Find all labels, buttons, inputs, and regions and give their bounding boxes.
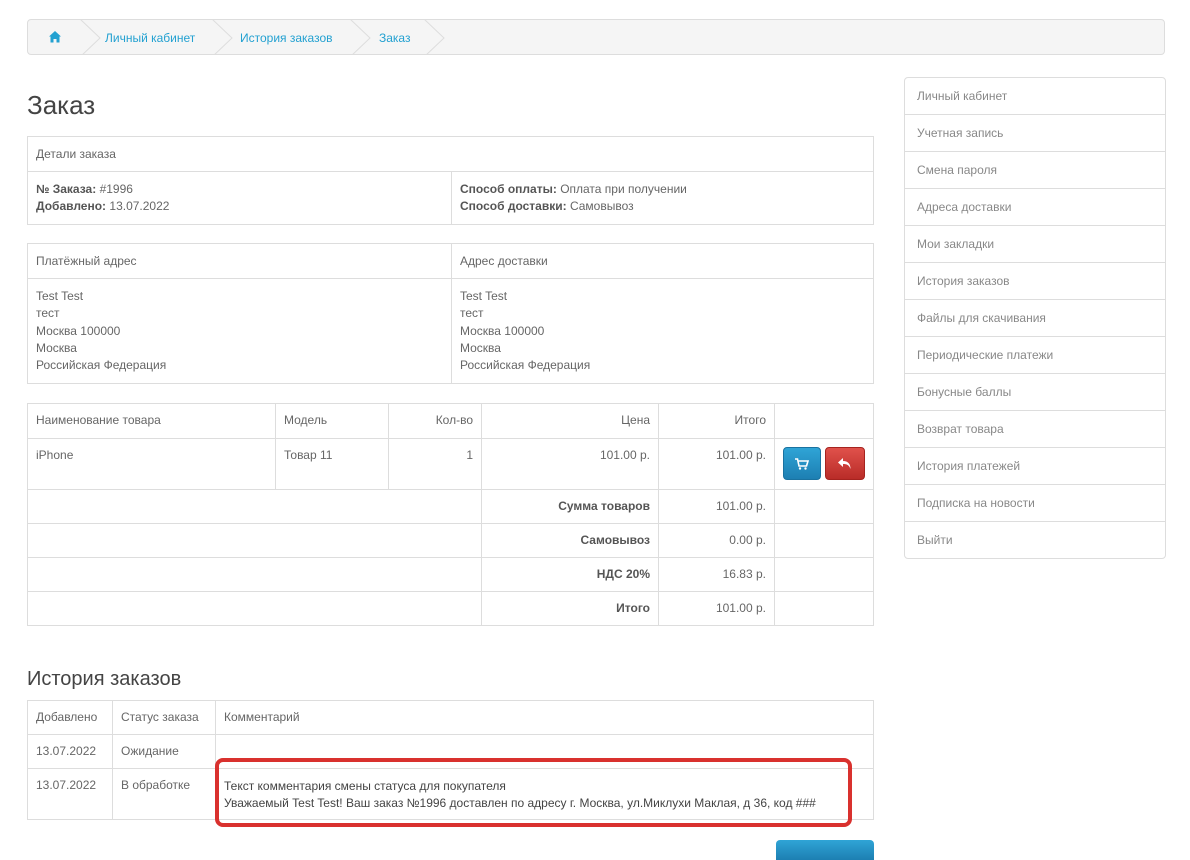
address-line: Москва bbox=[460, 340, 501, 355]
product-price: 101.00 р. bbox=[481, 438, 659, 490]
continue-button[interactable] bbox=[776, 840, 874, 860]
address-line: Москва 100000 bbox=[36, 323, 121, 338]
product-model: Товар 11 bbox=[275, 438, 389, 490]
reply-icon bbox=[838, 458, 851, 469]
order-methods-cell: Способ оплаты: Оплата при получении Спос… bbox=[451, 171, 874, 225]
breadcrumb-separator bbox=[212, 20, 233, 54]
col-header-name: Наименование товара bbox=[27, 403, 276, 439]
shipping-method-label: Способ доставки: bbox=[460, 199, 567, 213]
breadcrumb: Личный кабинет История заказов Заказ bbox=[27, 19, 1165, 55]
shipping-address: Test Test тест Москва 100000 Москва Росс… bbox=[451, 277, 874, 385]
order-number-label: № Заказа: bbox=[36, 182, 97, 196]
breadcrumb-separator bbox=[80, 20, 101, 54]
product-name: iPhone bbox=[27, 438, 276, 490]
payment-method-label: Способ оплаты: bbox=[460, 182, 557, 196]
totals-empty bbox=[774, 591, 874, 626]
product-total: 101.00 р. bbox=[658, 438, 775, 490]
sidebar-item-account[interactable]: Личный кабинет bbox=[905, 78, 1165, 115]
breadcrumb-item-order[interactable]: Заказ bbox=[379, 20, 410, 54]
sidebar-item-recurring[interactable]: Периодические платежи bbox=[905, 337, 1165, 374]
sidebar-item-wishlist[interactable]: Мои закладки bbox=[905, 226, 1165, 263]
payment-method: Оплата при получении bbox=[560, 182, 687, 196]
breadcrumb-separator bbox=[350, 20, 371, 54]
col-header-qty: Кол-во bbox=[388, 403, 482, 439]
history-date: 13.07.2022 bbox=[27, 734, 113, 769]
shipping-method: Самовывоз bbox=[569, 199, 634, 213]
comment-highlight-box bbox=[215, 758, 852, 827]
order-date: 13.07.2022 bbox=[109, 199, 170, 213]
grand-total-label: Итого bbox=[481, 591, 659, 626]
sidebar-item-order-history[interactable]: История заказов bbox=[905, 263, 1165, 300]
address-line: Москва bbox=[36, 340, 77, 355]
totals-empty bbox=[774, 557, 874, 592]
subtotal-value: 101.00 р. bbox=[658, 489, 775, 524]
totals-spacer bbox=[27, 523, 482, 558]
return-button[interactable] bbox=[825, 447, 865, 480]
order-history-title: История заказов bbox=[27, 668, 182, 690]
order-info-cell: № Заказа: #1996 Добавлено: 13.07.2022 bbox=[27, 171, 452, 225]
order-date-label: Добавлено: bbox=[36, 199, 107, 213]
col-header-actions bbox=[774, 403, 874, 439]
sidebar-item-newsletter[interactable]: Подписка на новости bbox=[905, 485, 1165, 522]
grand-total-value: 101.00 р. bbox=[658, 591, 775, 626]
cart-icon bbox=[795, 458, 809, 470]
address-line: тест bbox=[36, 306, 60, 321]
sidebar-item-transactions[interactable]: История платежей bbox=[905, 448, 1165, 485]
history-date: 13.07.2022 bbox=[27, 768, 113, 820]
address-line: Российская Федерация bbox=[36, 358, 167, 373]
totals-spacer bbox=[27, 489, 482, 524]
history-status: В обработке bbox=[112, 768, 216, 820]
address-line: Test Test bbox=[460, 289, 508, 303]
sidebar-item-addresses[interactable]: Адреса доставки bbox=[905, 189, 1165, 226]
col-header-total: Итого bbox=[658, 403, 775, 439]
history-header-date: Добавлено bbox=[27, 700, 113, 735]
page-title: Заказ bbox=[27, 90, 96, 120]
products-table: Наименование товара Модель Кол-во Цена И… bbox=[27, 403, 874, 626]
sidebar-item-returns[interactable]: Возврат товара bbox=[905, 411, 1165, 448]
sidebar-item-reward-points[interactable]: Бонусные баллы bbox=[905, 374, 1165, 411]
totals-empty bbox=[774, 523, 874, 558]
totals-empty bbox=[774, 489, 874, 524]
payment-address: Test Test тест Москва 100000 Москва Росс… bbox=[27, 277, 452, 385]
totals-spacer bbox=[27, 557, 482, 592]
sidebar-item-logout[interactable]: Выйти bbox=[905, 522, 1165, 558]
order-details-header: Детали заказа bbox=[27, 136, 874, 172]
shipping-total-value: 0.00 р. bbox=[658, 523, 775, 558]
payment-address-header: Платёжный адрес bbox=[27, 243, 452, 279]
account-sidebar: Личный кабинет Учетная запись Смена паро… bbox=[904, 77, 1166, 559]
breadcrumb-item-order-history[interactable]: История заказов bbox=[240, 20, 333, 54]
sidebar-item-password[interactable]: Смена пароля bbox=[905, 152, 1165, 189]
col-header-model: Модель bbox=[275, 403, 389, 439]
address-line: Российская Федерация bbox=[460, 358, 591, 373]
subtotal-label: Сумма товаров bbox=[481, 489, 659, 524]
shipping-address-header: Адрес доставки bbox=[451, 243, 874, 279]
address-line: Москва 100000 bbox=[460, 323, 545, 338]
product-qty: 1 bbox=[388, 438, 482, 490]
vat-value: 16.83 р. bbox=[658, 557, 775, 592]
addresses-table: Платёжный адрес Адрес доставки Test Test… bbox=[27, 243, 874, 385]
totals-spacer bbox=[27, 591, 482, 626]
address-line: Test Test bbox=[36, 289, 84, 303]
order-details-table: Детали заказа № Заказа: #1996 Добавлено:… bbox=[27, 136, 874, 225]
history-header-status: Статус заказа bbox=[112, 700, 216, 735]
address-line: тест bbox=[460, 306, 484, 321]
history-header-comment: Комментарий bbox=[215, 700, 874, 735]
sidebar-item-downloads[interactable]: Файлы для скачивания bbox=[905, 300, 1165, 337]
vat-label: НДС 20% bbox=[481, 557, 659, 592]
col-header-price: Цена bbox=[481, 403, 659, 439]
table-row: iPhone Товар 11 1 101.00 р. 101.00 р. bbox=[27, 438, 874, 490]
home-icon[interactable] bbox=[48, 30, 62, 44]
sidebar-item-profile[interactable]: Учетная запись bbox=[905, 115, 1165, 152]
breadcrumb-item-account[interactable]: Личный кабинет bbox=[105, 20, 195, 54]
breadcrumb-separator bbox=[424, 20, 445, 54]
shipping-total-label: Самовывоз bbox=[481, 523, 659, 558]
history-status: Ожидание bbox=[112, 734, 216, 769]
order-number: #1996 bbox=[99, 182, 133, 196]
reorder-button[interactable] bbox=[783, 447, 821, 480]
